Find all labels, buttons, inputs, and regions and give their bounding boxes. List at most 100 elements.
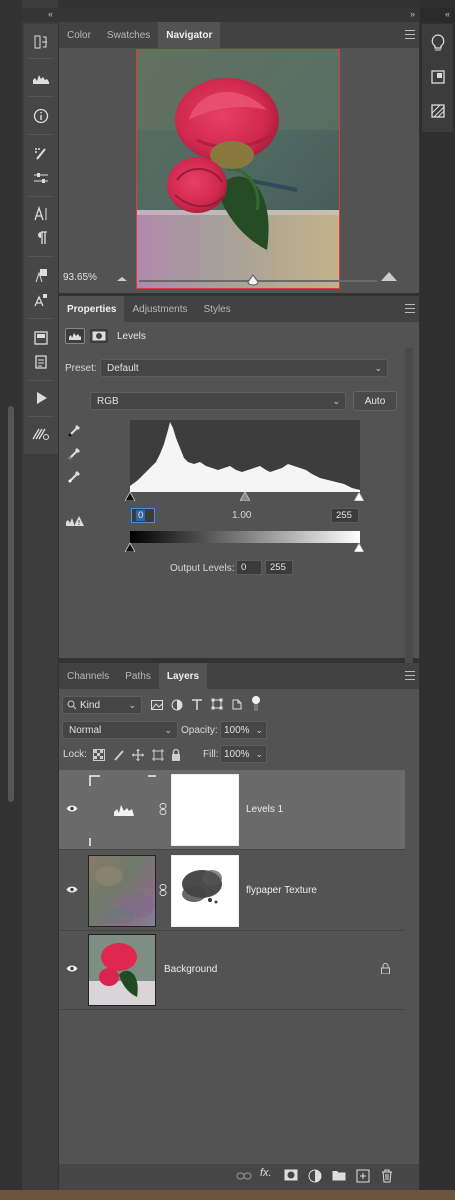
texture-mask-thumbnail[interactable] bbox=[171, 855, 239, 927]
navigator-preview[interactable] bbox=[136, 49, 340, 289]
layer-comps-icon[interactable] bbox=[422, 62, 453, 92]
tab-navigator[interactable]: Navigator bbox=[158, 22, 221, 48]
layer-row-background[interactable]: Background bbox=[59, 930, 405, 1010]
paragraph-icon[interactable] bbox=[24, 226, 58, 250]
layer-row-levels[interactable]: Levels 1 bbox=[59, 770, 405, 850]
tab-adjustments[interactable]: Adjustments bbox=[124, 296, 195, 322]
tab-properties[interactable]: Properties bbox=[59, 296, 125, 322]
main-collapse-bar[interactable]: ›› bbox=[58, 8, 420, 22]
patterns-icon[interactable] bbox=[422, 96, 453, 126]
left-dock-scrollbar[interactable] bbox=[8, 406, 14, 802]
right-collapse-bar[interactable]: ‹‹ bbox=[420, 8, 455, 22]
layer-name[interactable]: Background bbox=[164, 964, 217, 975]
lock-position-icon[interactable] bbox=[132, 749, 144, 761]
layer-name[interactable]: Levels 1 bbox=[246, 804, 283, 815]
measurement-icon[interactable] bbox=[24, 422, 58, 446]
filter-type-icon[interactable] bbox=[191, 698, 203, 711]
tab-channels[interactable]: Channels bbox=[59, 663, 117, 689]
input-mid-field[interactable]: 1.00 bbox=[232, 510, 251, 521]
new-group-folder-icon[interactable] bbox=[332, 1169, 346, 1181]
info-icon[interactable] bbox=[24, 104, 58, 128]
fill-field[interactable]: 100% ⌄ bbox=[220, 745, 267, 763]
output-black-field[interactable]: 0 bbox=[236, 560, 262, 575]
black-point-eyedropper-icon[interactable] bbox=[67, 422, 83, 438]
brush-settings-icon[interactable] bbox=[24, 142, 58, 166]
expand-arrows-icon[interactable]: ›› bbox=[410, 9, 415, 19]
panel-menu-icon[interactable] bbox=[405, 671, 415, 680]
adjustments-sliders-icon[interactable] bbox=[24, 166, 58, 190]
layer-style-fx-icon[interactable]: fx. bbox=[260, 1167, 272, 1179]
lock-all-icon[interactable] bbox=[171, 749, 181, 761]
output-levels-label: Output Levels: bbox=[170, 563, 235, 574]
layer-row-texture[interactable]: flypaper Texture bbox=[59, 851, 405, 931]
delete-layer-icon[interactable] bbox=[381, 1169, 393, 1183]
character-icon[interactable] bbox=[24, 202, 58, 226]
layer-lock-icon[interactable] bbox=[381, 963, 390, 974]
output-white-handle[interactable] bbox=[354, 543, 364, 552]
add-mask-icon[interactable] bbox=[284, 1169, 298, 1181]
output-white-field[interactable]: 255 bbox=[265, 560, 293, 575]
tab-color[interactable]: Color bbox=[59, 22, 99, 48]
panel-menu-icon[interactable] bbox=[405, 30, 415, 39]
channel-select[interactable]: RGB ⌄ bbox=[90, 392, 346, 410]
history-icon[interactable] bbox=[24, 30, 58, 54]
filter-kind-select[interactable]: Kind ⌄ bbox=[62, 696, 142, 714]
glyphs-icon[interactable] bbox=[24, 264, 58, 288]
texture-thumbnail[interactable] bbox=[88, 855, 156, 927]
tools-collapse-bar[interactable]: ‹‹ bbox=[22, 8, 58, 22]
panel-menu-icon[interactable] bbox=[405, 304, 415, 313]
learn-lightbulb-icon[interactable] bbox=[422, 28, 453, 58]
actions-play-icon[interactable] bbox=[24, 386, 58, 410]
input-white-handle[interactable] bbox=[354, 492, 364, 501]
character-styles-icon[interactable] bbox=[24, 288, 58, 312]
libraries-icon[interactable] bbox=[24, 326, 58, 350]
opacity-value: 100% bbox=[224, 724, 250, 736]
filter-toggle-icon[interactable] bbox=[251, 695, 261, 711]
filter-smart-object-icon[interactable] bbox=[231, 698, 243, 710]
new-layer-icon[interactable] bbox=[356, 1169, 370, 1183]
tab-styles[interactable]: Styles bbox=[196, 296, 239, 322]
preset-select[interactable]: Default ⌄ bbox=[100, 359, 388, 377]
zoom-level-field[interactable]: 93.65% bbox=[63, 272, 107, 286]
mask-link-icon[interactable] bbox=[159, 884, 167, 896]
blend-mode-select[interactable]: Normal ⌄ bbox=[62, 721, 178, 739]
output-black-handle[interactable] bbox=[125, 543, 135, 552]
input-black-handle[interactable] bbox=[125, 492, 135, 501]
visibility-eye-icon[interactable] bbox=[66, 885, 78, 894]
link-layers-icon[interactable] bbox=[236, 1169, 252, 1183]
clipping-warning-icon[interactable] bbox=[65, 515, 85, 527]
lock-transparent-pixels-icon[interactable] bbox=[93, 749, 105, 761]
filter-shape-icon[interactable] bbox=[211, 698, 223, 710]
layer-name[interactable]: flypaper Texture bbox=[246, 885, 317, 896]
auto-button[interactable]: Auto bbox=[353, 391, 397, 411]
levels-adjustment-thumbnail[interactable] bbox=[88, 774, 156, 846]
zoom-out-icon[interactable] bbox=[117, 274, 127, 282]
notes-icon[interactable] bbox=[24, 350, 58, 374]
layer-mask-thumbnail[interactable] bbox=[171, 774, 239, 846]
lock-artboard-icon[interactable] bbox=[152, 749, 164, 761]
zoom-in-icon[interactable] bbox=[381, 271, 397, 282]
input-white-field[interactable]: 255 bbox=[331, 508, 359, 523]
collapse-arrows-icon[interactable]: ‹‹ bbox=[445, 9, 450, 19]
mask-link-icon[interactable] bbox=[159, 803, 167, 815]
background-thumbnail[interactable] bbox=[88, 934, 156, 1006]
tab-layers[interactable]: Layers bbox=[158, 663, 208, 689]
visibility-eye-icon[interactable] bbox=[66, 964, 78, 973]
visibility-eye-icon[interactable] bbox=[66, 804, 78, 813]
levels-adjustment-icon[interactable] bbox=[65, 328, 85, 344]
histogram-icon[interactable] bbox=[24, 66, 58, 90]
new-adjustment-layer-icon[interactable] bbox=[308, 1169, 322, 1183]
input-mid-handle[interactable] bbox=[240, 492, 250, 501]
opacity-field[interactable]: 100% ⌄ bbox=[220, 721, 267, 739]
layer-mask-icon[interactable] bbox=[89, 328, 109, 344]
filter-adjustment-icon[interactable] bbox=[171, 699, 183, 711]
gray-point-eyedropper-icon[interactable] bbox=[67, 445, 83, 461]
input-black-field[interactable]: 0 bbox=[131, 508, 155, 523]
filter-pixel-icon[interactable] bbox=[151, 699, 163, 711]
tab-paths[interactable]: Paths bbox=[117, 663, 159, 689]
zoom-slider-handle[interactable] bbox=[247, 274, 259, 286]
white-point-eyedropper-icon[interactable] bbox=[67, 468, 83, 484]
collapse-arrows-icon[interactable]: ‹‹ bbox=[48, 9, 53, 19]
tab-swatches[interactable]: Swatches bbox=[99, 22, 158, 48]
lock-image-pixels-icon[interactable] bbox=[113, 749, 125, 761]
